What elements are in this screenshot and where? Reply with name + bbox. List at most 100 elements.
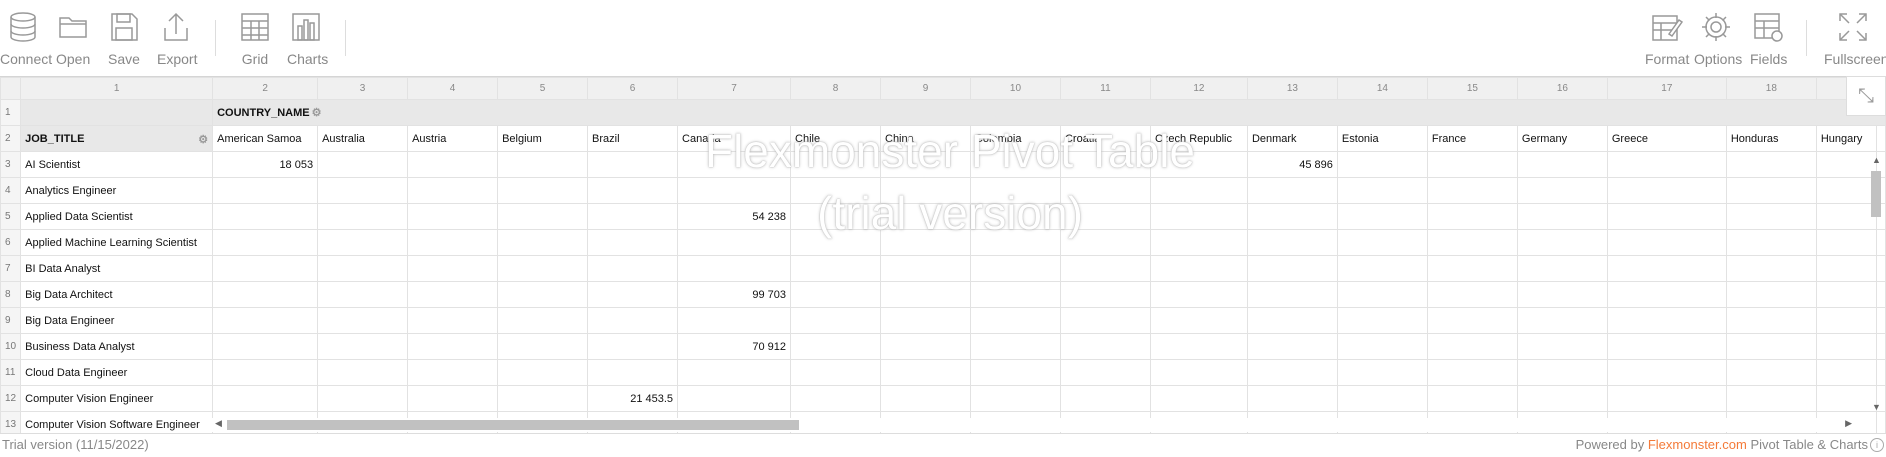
job-title-cell[interactable]: Computer Vision Software Engineer <box>20 411 214 433</box>
value-cell[interactable] <box>1059 203 1151 230</box>
column-field-header[interactable]: COUNTRY_NAME ⚙ <box>212 99 1886 126</box>
value-cell[interactable] <box>1336 385 1428 412</box>
value-cell[interactable] <box>1725 177 1817 204</box>
value-cell[interactable] <box>1149 281 1248 308</box>
value-cell[interactable] <box>880 229 971 256</box>
value-cell[interactable] <box>497 307 589 334</box>
value-cell[interactable] <box>497 281 589 308</box>
grid-button[interactable]: Grid <box>238 10 272 70</box>
value-cell[interactable]: 45 896 <box>1246 151 1338 178</box>
value-cell[interactable] <box>497 385 589 412</box>
value-cell[interactable] <box>407 177 499 204</box>
value-cell[interactable] <box>1426 151 1518 178</box>
country-header[interactable]: Germany <box>1516 125 1608 152</box>
country-header[interactable]: Austria <box>407 125 499 152</box>
vertical-scrollbar[interactable]: ▲ ▼ <box>1868 155 1884 415</box>
value-cell[interactable] <box>790 177 881 204</box>
value-cell[interactable] <box>1516 281 1608 308</box>
country-header[interactable]: France <box>1426 125 1518 152</box>
value-cell[interactable] <box>1149 359 1248 386</box>
value-cell[interactable] <box>1606 203 1727 230</box>
export-button[interactable]: Export <box>157 10 197 70</box>
value-cell[interactable] <box>1059 333 1151 360</box>
value-cell[interactable] <box>587 359 679 386</box>
value-cell[interactable] <box>1149 385 1248 412</box>
value-cell[interactable] <box>880 151 971 178</box>
country-header[interactable]: Honduras <box>1725 125 1817 152</box>
value-cell[interactable] <box>212 359 319 386</box>
fullscreen-button[interactable]: Fullscreen <box>1824 10 1886 70</box>
value-cell[interactable] <box>677 307 792 334</box>
value-cell[interactable] <box>212 229 319 256</box>
job-title-cell[interactable]: Computer Vision Engineer <box>20 385 214 412</box>
flexmonster-link[interactable]: Flexmonster.com <box>1648 437 1747 452</box>
value-cell[interactable] <box>1149 307 1248 334</box>
vertical-scroll-thumb[interactable] <box>1871 171 1881 217</box>
value-cell[interactable] <box>1516 255 1608 282</box>
value-cell[interactable] <box>587 255 679 282</box>
value-cell[interactable] <box>317 177 409 204</box>
value-cell[interactable] <box>1149 177 1248 204</box>
scroll-right-icon[interactable]: ▶ <box>1845 418 1852 429</box>
value-cell[interactable] <box>1426 203 1518 230</box>
value-cell[interactable] <box>1606 255 1727 282</box>
value-cell[interactable] <box>1725 333 1817 360</box>
job-title-cell[interactable]: Big Data Engineer <box>20 307 214 334</box>
value-cell[interactable] <box>1149 333 1248 360</box>
value-cell[interactable] <box>1426 385 1518 412</box>
job-title-cell[interactable]: Applied Data Scientist <box>20 203 214 230</box>
value-cell[interactable] <box>317 281 409 308</box>
value-cell[interactable] <box>497 333 589 360</box>
value-cell[interactable] <box>1426 359 1518 386</box>
value-cell[interactable] <box>880 359 971 386</box>
value-cell[interactable] <box>880 203 971 230</box>
value-cell[interactable] <box>587 281 679 308</box>
job-title-cell[interactable]: Applied Machine Learning Scientist <box>20 229 214 256</box>
value-cell[interactable] <box>677 255 792 282</box>
country-header[interactable]: Australia <box>317 125 409 152</box>
value-cell[interactable] <box>1059 255 1151 282</box>
value-cell[interactable] <box>1246 229 1338 256</box>
value-cell[interactable] <box>1516 229 1608 256</box>
value-cell[interactable]: 21 453.5 <box>587 385 679 412</box>
value-cell[interactable] <box>1336 177 1428 204</box>
value-cell[interactable] <box>317 307 409 334</box>
value-cell[interactable] <box>212 281 319 308</box>
value-cell[interactable] <box>1426 333 1518 360</box>
value-cell[interactable] <box>677 229 792 256</box>
value-cell[interactable] <box>1606 333 1727 360</box>
value-cell[interactable] <box>407 229 499 256</box>
value-cell[interactable] <box>1516 151 1608 178</box>
horizontal-scroll-thumb[interactable] <box>227 420 799 430</box>
info-icon[interactable]: i <box>1870 438 1884 452</box>
value-cell[interactable] <box>1606 359 1727 386</box>
value-cell[interactable] <box>317 229 409 256</box>
horizontal-scrollbar[interactable]: ◀ ▶ <box>212 418 1852 432</box>
value-cell[interactable] <box>1149 151 1248 178</box>
country-header[interactable]: Colombia <box>969 125 1061 152</box>
connect-button[interactable]: Connect <box>0 10 52 70</box>
job-title-cell[interactable]: Big Data Architect <box>20 281 214 308</box>
value-cell[interactable] <box>1149 203 1248 230</box>
value-cell[interactable] <box>1606 151 1727 178</box>
value-cell[interactable] <box>587 307 679 334</box>
value-cell[interactable] <box>880 281 971 308</box>
value-cell[interactable] <box>1426 177 1518 204</box>
value-cell[interactable] <box>1246 307 1338 334</box>
format-button[interactable]: Format <box>1645 10 1689 70</box>
value-cell[interactable] <box>587 229 679 256</box>
value-cell[interactable] <box>969 281 1061 308</box>
value-cell[interactable]: 18 053 <box>212 151 319 178</box>
value-cell[interactable] <box>407 307 499 334</box>
value-cell[interactable] <box>969 333 1061 360</box>
value-cell[interactable] <box>1246 333 1338 360</box>
value-cell[interactable] <box>880 333 971 360</box>
country-header[interactable]: Estonia <box>1336 125 1428 152</box>
value-cell[interactable] <box>1059 177 1151 204</box>
value-cell[interactable] <box>969 177 1061 204</box>
value-cell[interactable] <box>1336 229 1428 256</box>
value-cell[interactable] <box>1516 203 1608 230</box>
value-cell[interactable] <box>1059 307 1151 334</box>
country-header[interactable]: China <box>880 125 971 152</box>
value-cell[interactable] <box>1246 203 1338 230</box>
